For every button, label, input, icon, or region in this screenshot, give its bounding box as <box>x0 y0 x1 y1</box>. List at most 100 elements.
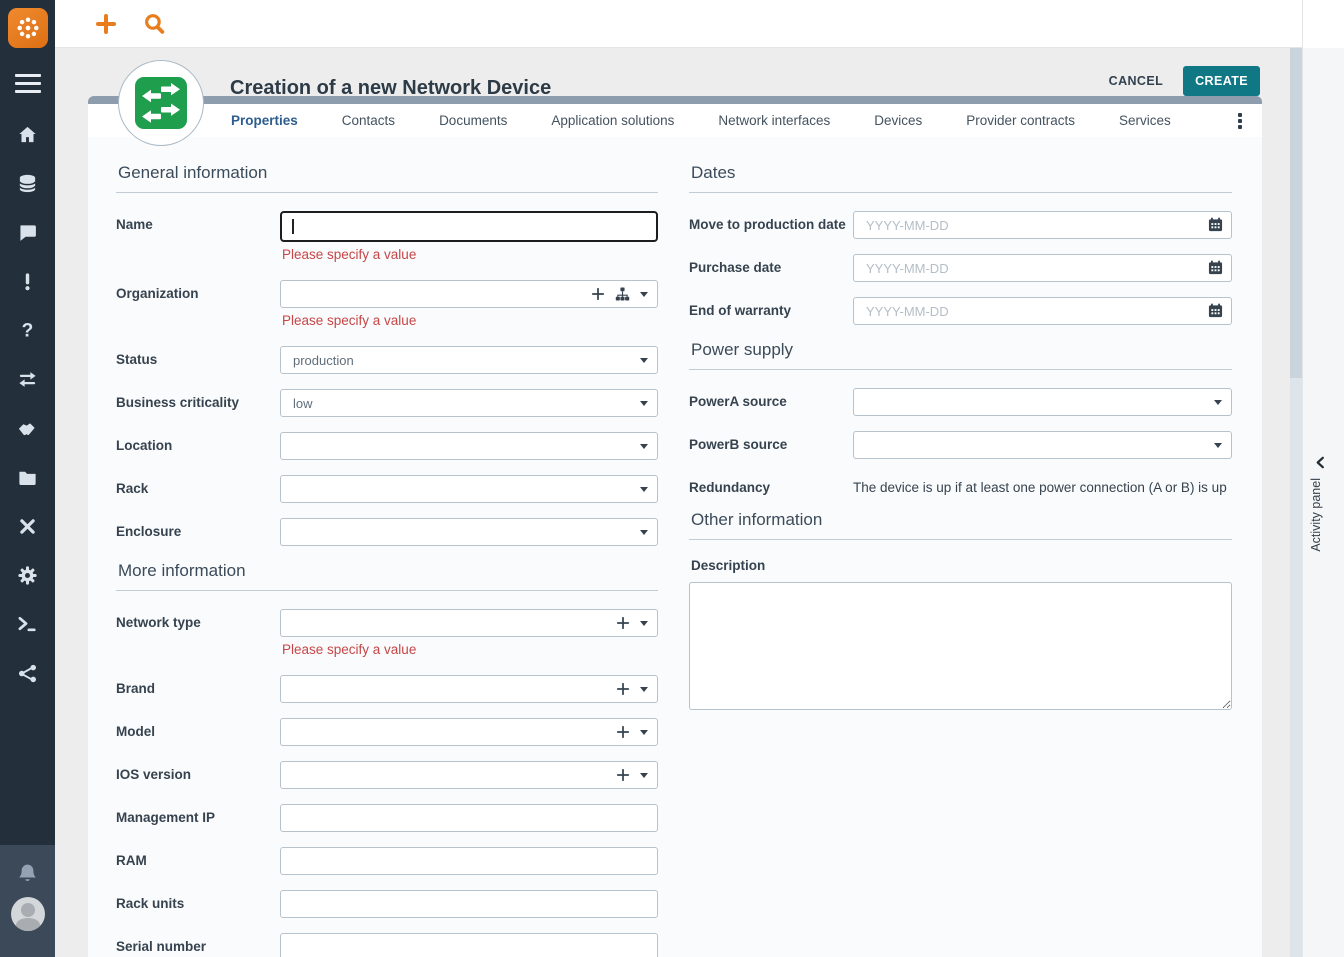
form-column-left: General information Name Please specify … <box>116 163 658 957</box>
purchase-date-input[interactable] <box>853 254 1232 282</box>
field-label: RAM <box>116 847 280 868</box>
date-text[interactable] <box>854 298 1231 324</box>
serial-number-input[interactable] <box>280 933 658 957</box>
validation-message: Please specify a value <box>282 313 658 328</box>
add-model-icon[interactable] <box>616 725 630 739</box>
alerts-icon[interactable] <box>17 271 38 292</box>
enclosure-select[interactable] <box>280 518 658 546</box>
date-text[interactable] <box>854 255 1231 281</box>
cancel-button[interactable]: CANCEL <box>1105 68 1167 94</box>
help-icon[interactable]: ? <box>17 320 38 341</box>
field-label: End of warranty <box>689 297 853 318</box>
user-avatar[interactable] <box>11 897 45 931</box>
field-row-redundancy: Redundancy The device is up if at least … <box>689 474 1232 495</box>
chevron-down-icon[interactable] <box>640 621 648 626</box>
notifications-bell-icon[interactable] <box>16 862 39 885</box>
ram-input[interactable] <box>280 847 658 875</box>
rack-units-input[interactable] <box>280 890 658 918</box>
create-button[interactable]: CREATE <box>1183 66 1260 96</box>
home-icon[interactable] <box>17 124 38 145</box>
calendar-icon[interactable] <box>1208 217 1223 232</box>
page-scrollbar[interactable] <box>1290 48 1302 957</box>
console-terminal-icon[interactable] <box>17 614 38 635</box>
field-label: Business criticality <box>116 389 280 410</box>
power-b-source-select[interactable] <box>853 431 1232 459</box>
field-row-power-b-source: PowerB source <box>689 431 1232 459</box>
field-row-rack-units: Rack units <box>116 890 658 918</box>
handshake-icon[interactable] <box>17 418 38 439</box>
field-label: Management IP <box>116 804 280 825</box>
chevron-down-icon[interactable] <box>640 730 648 735</box>
network-type-select[interactable] <box>280 609 658 637</box>
field-label: PowerA source <box>689 388 853 409</box>
section-title-dates: Dates <box>689 163 1232 193</box>
field-row-purchase-date: Purchase date <box>689 254 1232 282</box>
field-row-management-ip: Management IP <box>116 804 658 832</box>
model-select[interactable] <box>280 718 658 746</box>
exchange-icon[interactable] <box>17 369 38 390</box>
ram-text[interactable] <box>281 848 657 874</box>
settings-gear-icon[interactable] <box>17 565 38 586</box>
share-icon[interactable] <box>17 663 38 684</box>
chevron-down-icon[interactable] <box>640 773 648 778</box>
status-select[interactable]: production <box>280 346 658 374</box>
tab-network-interfaces[interactable]: Network interfaces <box>718 113 830 128</box>
tab-properties[interactable]: Properties <box>231 113 298 128</box>
power-a-source-select[interactable] <box>853 388 1232 416</box>
business-criticality-select[interactable]: low <box>280 389 658 417</box>
field-row-network-type: Network type Please specify a value <box>116 609 658 660</box>
scrollbar-thumb[interactable] <box>1290 48 1302 378</box>
rack-units-text[interactable] <box>281 891 657 917</box>
calendar-icon[interactable] <box>1208 303 1223 318</box>
global-search-icon[interactable] <box>143 12 166 35</box>
object-form-card: Properties Contacts Documents Applicatio… <box>88 96 1262 957</box>
add-ios-version-icon[interactable] <box>616 768 630 782</box>
section-title-power: Power supply <box>689 340 1232 370</box>
text-cursor <box>292 219 294 234</box>
hierarchy-picker-icon[interactable] <box>615 287 630 301</box>
add-organization-icon[interactable] <box>591 287 605 301</box>
tab-provider-contracts[interactable]: Provider contracts <box>966 113 1075 128</box>
description-textarea[interactable] <box>689 582 1232 710</box>
field-label: Model <box>116 718 280 739</box>
itop-logo[interactable] <box>8 8 48 48</box>
field-label: Status <box>116 346 280 367</box>
sidebar: ? <box>0 0 55 957</box>
brand-select[interactable] <box>280 675 658 703</box>
management-ip-text[interactable] <box>281 805 657 831</box>
management-ip-input[interactable] <box>280 804 658 832</box>
database-icon[interactable] <box>17 173 38 194</box>
tab-contacts[interactable]: Contacts <box>342 113 395 128</box>
documents-folder-icon[interactable] <box>17 467 38 488</box>
move-to-production-date-input[interactable] <box>853 211 1232 239</box>
comments-icon[interactable] <box>17 222 38 243</box>
chevron-down-icon[interactable] <box>640 687 648 692</box>
tab-application-solutions[interactable]: Application solutions <box>551 113 674 128</box>
name-input[interactable] <box>280 211 658 242</box>
location-select[interactable] <box>280 432 658 460</box>
end-of-warranty-input[interactable] <box>853 297 1232 325</box>
field-row-move-to-production-date: Move to production date <box>689 211 1232 239</box>
menu-icon[interactable] <box>15 74 41 93</box>
date-text[interactable] <box>854 212 1231 238</box>
activity-panel-label[interactable]: Activity panel <box>1309 478 1323 552</box>
organization-select[interactable] <box>280 280 658 308</box>
new-object-plus-icon[interactable] <box>95 13 117 35</box>
serial-number-text[interactable] <box>281 934 657 957</box>
add-network-type-icon[interactable] <box>616 616 630 630</box>
chevron-down-icon[interactable] <box>640 292 648 297</box>
ios-version-select[interactable] <box>280 761 658 789</box>
tab-documents[interactable]: Documents <box>439 113 507 128</box>
tab-services[interactable]: Services <box>1119 113 1171 128</box>
form-column-right: Dates Move to production date Purchase d… <box>689 163 1232 957</box>
validation-message: Please specify a value <box>282 247 658 262</box>
expand-activity-panel-icon[interactable] <box>1314 456 1327 469</box>
calendar-icon[interactable] <box>1208 260 1223 275</box>
rack-select[interactable] <box>280 475 658 503</box>
tools-icon[interactable] <box>17 516 38 537</box>
network-device-class-badge <box>118 60 204 146</box>
add-brand-icon[interactable] <box>616 682 630 696</box>
tab-devices[interactable]: Devices <box>874 113 922 128</box>
tab-overflow-menu-icon[interactable] <box>1232 111 1248 131</box>
svg-text:?: ? <box>22 321 34 341</box>
